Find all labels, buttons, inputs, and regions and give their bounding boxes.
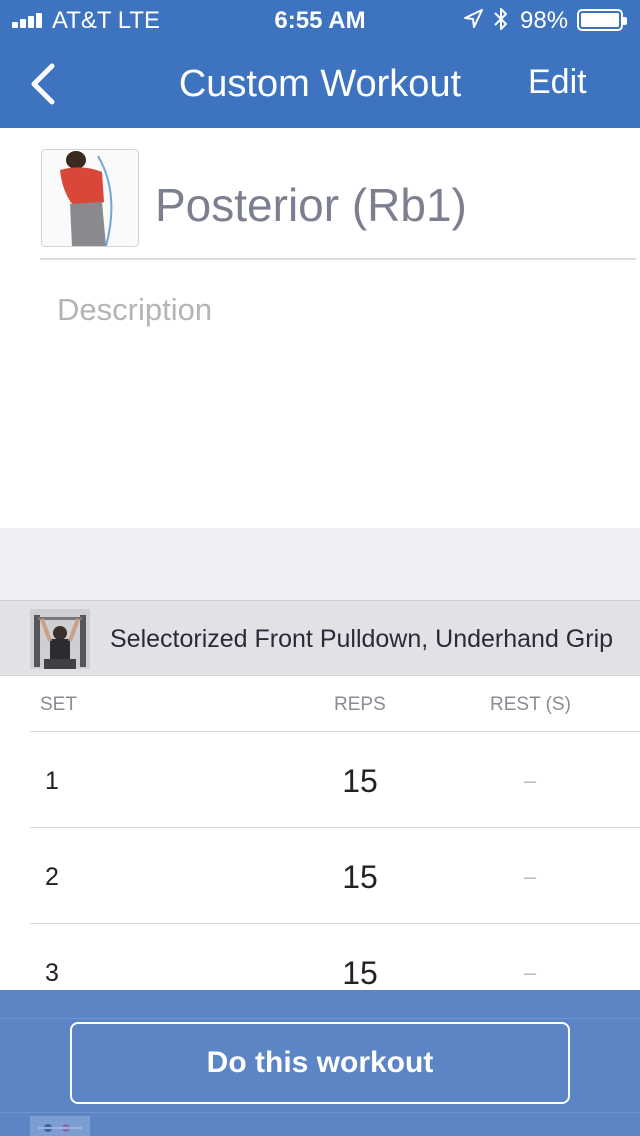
rest-value[interactable]: – bbox=[510, 960, 550, 986]
set-number: 2 bbox=[45, 863, 59, 891]
location-arrow-icon bbox=[464, 9, 483, 28]
exercise-thumbnail bbox=[30, 609, 90, 669]
bluetooth-icon bbox=[494, 8, 507, 30]
column-header-set: SET bbox=[40, 694, 77, 715]
reps-value[interactable]: 15 bbox=[310, 859, 410, 896]
table-row[interactable]: 2 15 – bbox=[30, 828, 640, 924]
header: AT&T LTE 6:55 AM 98% Custom Workout Edit bbox=[0, 0, 640, 128]
workout-thumbnail[interactable] bbox=[41, 149, 139, 247]
reps-value[interactable]: 15 bbox=[310, 955, 410, 992]
description-field[interactable]: Description bbox=[57, 292, 212, 328]
edit-button[interactable]: Edit bbox=[528, 63, 587, 102]
column-header-rest: REST (S) bbox=[490, 694, 571, 715]
section-spacer bbox=[0, 528, 640, 600]
divider bbox=[40, 258, 636, 260]
exercise-image bbox=[30, 609, 90, 669]
set-number: 3 bbox=[45, 959, 59, 987]
column-header-reps: REPS bbox=[334, 694, 386, 715]
battery-icon bbox=[577, 9, 627, 31]
rest-value[interactable]: – bbox=[510, 864, 550, 890]
table-row[interactable]: 1 15 – bbox=[30, 732, 640, 828]
workout-image bbox=[42, 150, 138, 246]
exercise-name: Selectorized Front Pulldown, Underhand G… bbox=[110, 625, 614, 653]
battery-percent: 98% bbox=[520, 7, 569, 34]
set-number: 1 bbox=[45, 767, 59, 795]
do-workout-button[interactable]: Do this workout bbox=[70, 1022, 570, 1104]
status-bar: AT&T LTE 6:55 AM 98% bbox=[0, 0, 640, 40]
exercise-header[interactable]: Selectorized Front Pulldown, Underhand G… bbox=[0, 600, 640, 676]
action-bar: Do this workout bbox=[0, 990, 640, 1136]
rest-value[interactable]: – bbox=[510, 768, 550, 794]
exercise-thumbnail bbox=[30, 1116, 90, 1136]
reps-value[interactable]: 15 bbox=[310, 763, 410, 800]
workout-name[interactable]: Posterior (Rb1) bbox=[155, 178, 467, 232]
